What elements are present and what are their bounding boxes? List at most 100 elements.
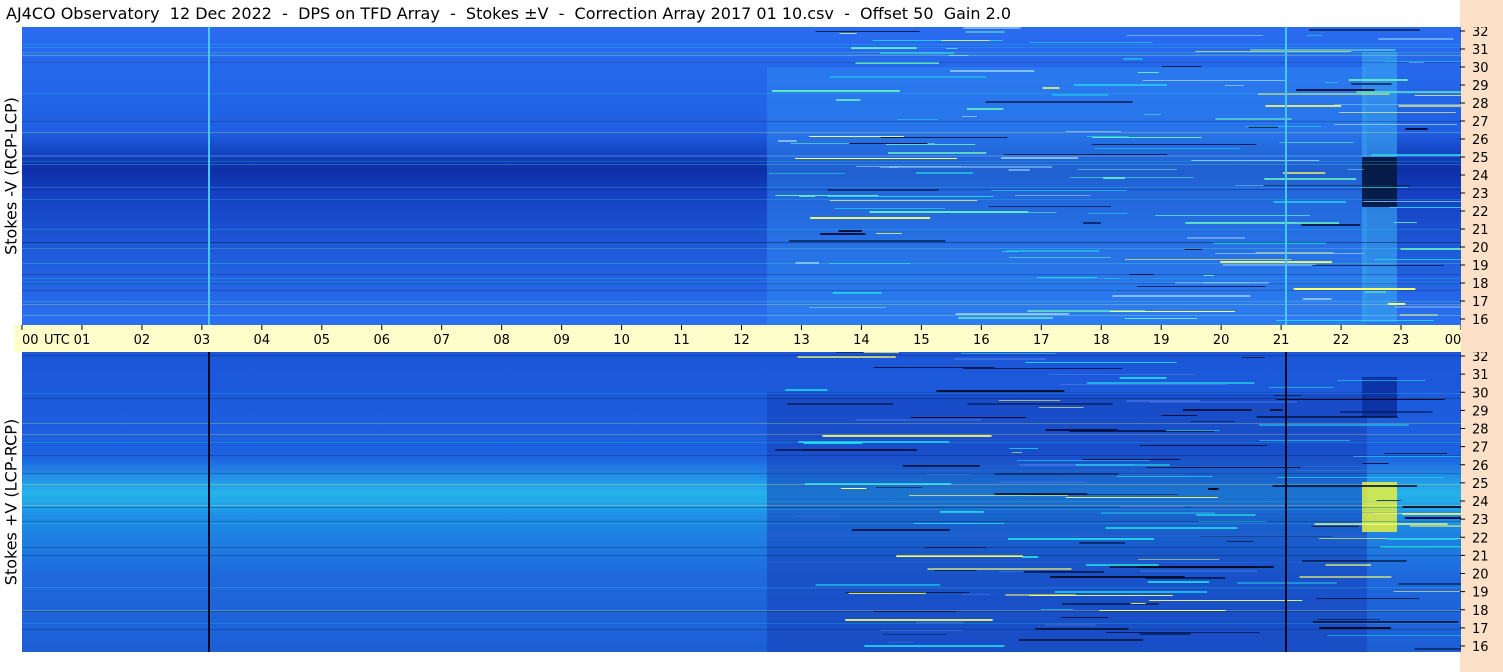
interference-line bbox=[1215, 118, 1292, 120]
interference-line bbox=[954, 358, 1046, 360]
interference-line bbox=[1220, 261, 1333, 263]
interference-line bbox=[22, 161, 1461, 162]
interference-line bbox=[1250, 49, 1396, 51]
interference-line bbox=[1398, 105, 1461, 107]
interference-line bbox=[1139, 445, 1268, 446]
interference-line bbox=[810, 217, 930, 219]
x-tick-label: 18 bbox=[1093, 333, 1110, 348]
stokes-minus-v-spectrogram bbox=[22, 27, 1461, 325]
interference-line bbox=[1166, 430, 1220, 431]
interference-line bbox=[883, 634, 947, 635]
bottom-frequency-axis: 32 31 30 29 28 27 26 25 24 23 22 21 20 19 18 17 16 bbox=[1460, 352, 1489, 652]
interference-line bbox=[1138, 559, 1220, 560]
y-tick-label: 25 bbox=[1472, 151, 1489, 166]
interference-line bbox=[936, 390, 1065, 392]
interference-line bbox=[1054, 591, 1208, 593]
interference-line bbox=[22, 283, 1461, 284]
interference-line bbox=[1161, 415, 1198, 416]
interference-line bbox=[880, 137, 1008, 138]
interference-line bbox=[1126, 400, 1200, 402]
interference-line bbox=[1376, 500, 1402, 501]
y-tick-label: 16 bbox=[1472, 640, 1489, 652]
interference-line bbox=[1085, 564, 1159, 566]
x-tick-label: 05 bbox=[314, 333, 331, 348]
chart-title: AJ4CO Observatory 12 Dec 2022 - DPS on T… bbox=[0, 0, 1466, 27]
interference-line bbox=[1268, 387, 1334, 388]
interference-line bbox=[22, 555, 1461, 556]
interference-line bbox=[1140, 570, 1258, 572]
interference-line bbox=[785, 389, 828, 391]
interference-line bbox=[1091, 144, 1257, 145]
x-tick-label: 22 bbox=[1333, 333, 1350, 348]
interference-line bbox=[1038, 407, 1084, 408]
y-tick-label: 31 bbox=[1472, 43, 1489, 58]
interference-line bbox=[1029, 42, 1153, 43]
interference-line bbox=[1389, 207, 1461, 208]
interference-line bbox=[873, 367, 995, 368]
x-tick-label: 00 bbox=[1445, 333, 1461, 348]
y-tick-label: 27 bbox=[1472, 115, 1489, 130]
interference-line bbox=[22, 507, 1461, 508]
interference-line bbox=[1324, 82, 1339, 83]
y-tick-label: 17 bbox=[1472, 622, 1489, 637]
interference-line bbox=[1259, 440, 1350, 441]
time-axis-band: 00 UTC 01 02 03 04 05 06 07 08 09 10 11 12 13 14 15 16 17 1… bbox=[14, 325, 1461, 352]
interference-line bbox=[1112, 295, 1251, 297]
interference-line bbox=[926, 474, 972, 475]
interference-line bbox=[22, 398, 1461, 399]
y-tick-label: 32 bbox=[1472, 352, 1489, 365]
interference-line bbox=[941, 40, 990, 41]
y-tick-label: 24 bbox=[1472, 169, 1489, 184]
x-tick-label: 00 bbox=[22, 333, 39, 348]
y-tick-label: 17 bbox=[1472, 295, 1489, 310]
interference-line bbox=[22, 505, 1461, 506]
bottom-panel-ylabel-box: Stokes +V (LCP-RCP) bbox=[0, 352, 22, 652]
y-tick-label: 24 bbox=[1472, 495, 1489, 510]
interference-line bbox=[22, 547, 1461, 548]
interference-line bbox=[1222, 264, 1316, 266]
interference-line bbox=[876, 233, 902, 234]
interference-line bbox=[839, 33, 857, 34]
interference-line bbox=[1356, 91, 1461, 93]
interference-line bbox=[22, 47, 1461, 48]
interference-line bbox=[1398, 583, 1461, 585]
interference-line bbox=[1009, 448, 1039, 449]
interference-line bbox=[1191, 160, 1320, 161]
x-tick-label: 12 bbox=[733, 333, 750, 348]
interference-line bbox=[1404, 517, 1461, 519]
interference-line bbox=[1224, 85, 1244, 86]
interference-line bbox=[22, 439, 1461, 440]
y-tick-label: 27 bbox=[1472, 441, 1489, 456]
interference-line bbox=[1077, 169, 1177, 170]
interference-line bbox=[1296, 89, 1375, 91]
interference-line bbox=[1123, 58, 1143, 60]
interference-line bbox=[22, 629, 1461, 630]
interference-line bbox=[1207, 488, 1219, 490]
interference-line bbox=[988, 206, 1112, 207]
interference-line bbox=[991, 190, 1127, 191]
interference-line bbox=[887, 152, 987, 154]
interference-line bbox=[1327, 635, 1461, 636]
interference-line bbox=[1023, 571, 1104, 573]
interference-line bbox=[1094, 148, 1241, 149]
y-tick-label: 30 bbox=[1472, 61, 1489, 76]
interference-line bbox=[999, 481, 1087, 483]
interference-line bbox=[897, 119, 939, 120]
interference-line bbox=[1016, 460, 1150, 461]
interference-line bbox=[22, 248, 1461, 249]
interference-line bbox=[1307, 35, 1323, 36]
interference-line bbox=[1312, 265, 1444, 266]
interference-line bbox=[1282, 172, 1326, 174]
interference-line bbox=[961, 594, 991, 595]
interference-line bbox=[22, 512, 1461, 513]
interference-line bbox=[1195, 51, 1352, 52]
top-panel-ylabel: Stokes -V (RCP-LCP) bbox=[1, 97, 21, 255]
interference-line bbox=[1203, 275, 1214, 276]
interference-line bbox=[22, 521, 1461, 522]
x-tick-label: 23 bbox=[1393, 333, 1410, 348]
interference-line bbox=[967, 403, 1113, 405]
y-tick-label: 20 bbox=[1472, 241, 1489, 256]
interference-line bbox=[22, 610, 1461, 611]
interference-line bbox=[849, 143, 928, 144]
x-tick-label: 03 bbox=[194, 333, 211, 348]
